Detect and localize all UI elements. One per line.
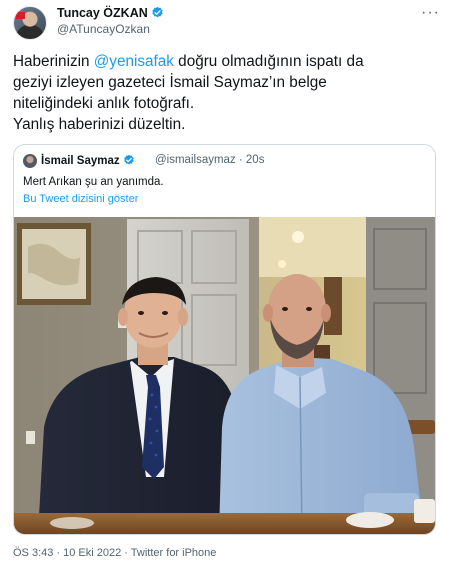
author-avatar[interactable]: [13, 6, 47, 40]
quoted-photo[interactable]: [14, 217, 435, 534]
show-thread-link[interactable]: Bu Tweet dizisini göster: [23, 193, 138, 205]
tweet-line-1: Haberinizin @yenisafak doğru olmadığının…: [13, 53, 364, 70]
quoted-verified-badge-icon: [123, 154, 134, 165]
quoted-author-avatar[interactable]: [23, 154, 37, 168]
author-name[interactable]: Tuncay ÖZKAN: [57, 6, 164, 20]
verified-badge-icon: [152, 6, 163, 18]
tweet-timestamp[interactable]: ÖS 3:43 · 10 Eki 2022 · Twitter for iPho…: [13, 547, 216, 559]
photo-scene: [14, 217, 435, 534]
tweet-line-4: Yanlış haberinizi düzeltin.: [13, 116, 186, 133]
tweet-line-3: niteliğindeki anlık fotoğrafı.: [13, 95, 195, 112]
mention-link[interactable]: @yenisafak: [94, 53, 174, 70]
quoted-author-handle[interactable]: @ismailsaymaz · 20s: [155, 154, 264, 166]
tweet-text: Haberinizin @yenisafak doğru olmadığının…: [13, 51, 443, 135]
author-handle[interactable]: @ATuncayOzkan: [57, 22, 150, 36]
quoted-tweet[interactable]: İsmail Saymaz @ismailsaymaz · 20s Mert A…: [13, 144, 436, 535]
quoted-text: Mert Arıkan şu an yanımda.: [23, 176, 164, 188]
quoted-author-name[interactable]: İsmail Saymaz: [41, 154, 135, 167]
more-icon[interactable]: ···: [421, 5, 440, 21]
tweet-line-2: geziyi izleyen gazeteci İsmail Saymaz’ın…: [13, 74, 327, 91]
